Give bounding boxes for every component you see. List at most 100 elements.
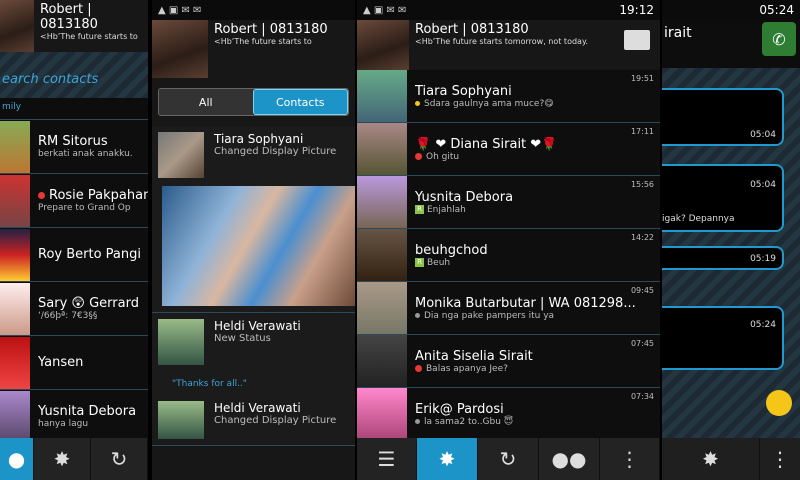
chat-message: Dia nga pake pampers itu ya — [415, 311, 660, 321]
chat-list: Tiara Sophyani Sdara gaulnya ama muce?😋 19… — [357, 70, 660, 441]
chat-message: Sdara gaulnya ama muce?😋 — [415, 99, 660, 109]
message-bubble[interactable]: 05:24 — [662, 306, 784, 370]
list-item[interactable]: Yusnita Debora hanya lagu — [0, 390, 148, 444]
chat-avatar — [357, 335, 407, 387]
clock: 19:12 — [619, 3, 654, 17]
notification-icons: ▲ ▣ ✉ ✉ — [158, 4, 202, 16]
contact-photo — [0, 228, 30, 281]
chat-row[interactable]: Anita Siselia Sirait Balas apanya Jee? 07:… — [357, 335, 660, 388]
profile-header[interactable]: Robert | 0813180 <Hb’The future starts t… — [152, 20, 355, 78]
contact-name: Rosie Pakpahan — [38, 188, 148, 203]
chat-message: la sama2 to..Gbu 😇 — [415, 417, 660, 427]
profile-status: <Hb’The future starts to — [40, 32, 138, 41]
chat-message: R Beuh — [415, 257, 660, 268]
tab-updates[interactable]: ↻ — [91, 438, 148, 480]
contact-photo — [0, 120, 30, 173]
more-icon: ⋮ — [770, 447, 790, 471]
chat-avatar — [357, 229, 407, 281]
profile-status: <Hb’The future starts to — [214, 37, 312, 46]
list-item[interactable]: Sary 😲 Gerrard ‘/66þª: 7€3§§ — [0, 282, 148, 336]
contact-photo — [0, 336, 30, 389]
chat-time: 07:34 — [630, 392, 654, 401]
chat-name: beuhgchod — [415, 242, 488, 258]
busy-icon — [38, 192, 45, 199]
profile-name: Robert | 0813180 — [40, 2, 98, 32]
chat-row[interactable]: 🌹 ❤ Diana Sirait ❤🌹 Oh gitu 17:11 — [357, 123, 660, 176]
message-time: 05:04 — [750, 180, 776, 190]
chat-message: Balas apanya Jee? — [415, 364, 660, 374]
message-text: igak? Depannya — [662, 214, 735, 224]
list-item[interactable]: Rosie Pakpahan Prepare to Grand Op — [0, 174, 148, 228]
message-bubble[interactable]: 05:19 — [662, 246, 784, 270]
status-bar: 05:24 — [662, 0, 800, 20]
tab-contacts[interactable]: ● — [0, 438, 34, 480]
feed-item[interactable]: Heldi Verawati Changed Display Picture — [152, 395, 355, 446]
bbm-icon: ✸ — [702, 447, 719, 471]
tab-groups[interactable]: ●● — [539, 438, 600, 480]
avatar — [152, 20, 208, 78]
person-icon: ● — [7, 447, 26, 471]
chat-message-text: Dia nga pake pampers itu ya — [424, 310, 555, 321]
list-item[interactable]: Roy Berto Pangi — [0, 228, 148, 282]
profile-header[interactable]: Robert | 0813180 <Hb’The future starts t… — [0, 0, 148, 52]
feed-thumbnail — [158, 132, 204, 178]
chat-message-text: Oh gitu — [426, 151, 460, 162]
updates-panel: ▲ ▣ ✉ ✉ Robert | 0813180 <Hb’The future … — [152, 0, 355, 480]
chats-panel: ▲ ▣ ✉ ✉ 19:12 Robert | 0813180 <Hb’The f… — [357, 0, 660, 480]
new-chat-button[interactable] — [624, 30, 650, 50]
contact-photo — [0, 282, 30, 335]
bbm-button[interactable]: ✸ — [662, 438, 760, 480]
delivered-icon — [415, 100, 420, 106]
contact-name: Yusnita Debora — [38, 404, 137, 419]
display-picture-preview[interactable] — [162, 186, 355, 306]
more-icon: ⋮ — [619, 447, 640, 471]
profile-status: <Hb’The future starts tomorrow, not toda… — [415, 37, 589, 46]
delivered-icon — [415, 418, 420, 424]
bbm-icon: ✸ — [53, 447, 71, 471]
contact-name: Yansen — [38, 355, 84, 370]
profile-header[interactable]: Robert | 0813180 <Hb’The future starts t… — [357, 20, 660, 70]
feed-name: Tiara Sophyani — [214, 132, 304, 146]
message-bubble[interactable]: 05:04 igak? Depannya — [662, 164, 784, 232]
chat-row[interactable]: beuhgchod R Beuh 14:22 — [357, 229, 660, 282]
message-time: 05:04 — [750, 130, 776, 140]
tab-updates[interactable]: ↻ — [478, 438, 539, 480]
conversation-header: irait ✆ — [662, 20, 800, 68]
chat-row[interactable]: Monika Butarbutar | WA 081298... Dia nga … — [357, 282, 660, 335]
contact-photo — [0, 390, 30, 443]
tab-chats[interactable]: ✸ — [417, 438, 478, 480]
chat-time: 09:45 — [630, 286, 654, 295]
chat-message-text: la sama2 to..Gbu 😇 — [424, 416, 514, 427]
emoji-button[interactable] — [766, 390, 792, 416]
chat-name: 🌹 ❤ Diana Sirait ❤🌹 — [415, 136, 558, 152]
call-button[interactable]: ✆ — [762, 22, 796, 56]
chat-row[interactable]: Erik@ Pardosi la sama2 to..Gbu 😇 07:34 — [357, 388, 660, 441]
feed-subtitle: Changed Display Picture — [214, 146, 337, 157]
refresh-icon: ↻ — [499, 447, 517, 471]
message-bubble[interactable]: 05:04 — [662, 88, 784, 146]
contact-status: Prepare to Grand Op — [38, 203, 131, 213]
overflow-button[interactable]: ⋮ — [760, 438, 800, 480]
bottom-nav: ☰ ✸ ↻ ●● ⋮ — [357, 438, 660, 480]
feed-subtitle: New Status — [214, 333, 271, 344]
search-input[interactable]: earch contacts — [2, 72, 98, 87]
menu-button[interactable]: ☰ — [357, 438, 417, 480]
chat-message-text: Beuh — [427, 257, 451, 268]
clock: 05:24 — [759, 3, 794, 17]
phone-icon: ✆ — [772, 29, 786, 49]
list-item[interactable]: RM Sitorus berkati anak anakku. — [0, 120, 148, 174]
chat-name: Anita Siselia Sirait — [415, 348, 533, 364]
filter-toggle: All Contacts — [158, 88, 349, 116]
chat-row[interactable]: Tiara Sophyani Sdara gaulnya ama muce?😋 19… — [357, 70, 660, 123]
feed-item[interactable]: Tiara Sophyani Changed Display Picture — [152, 126, 355, 313]
chat-message-text: Balas apanya Jee? — [426, 363, 508, 374]
feed-name: Heldi Verawati — [214, 401, 301, 415]
chat-name: Erik@ Pardosi — [415, 401, 504, 417]
segment-contacts[interactable]: Contacts — [252, 89, 348, 115]
list-item[interactable]: Yansen — [0, 336, 148, 390]
segment-all[interactable]: All — [159, 89, 253, 115]
group-icon: ●● — [551, 447, 587, 471]
tab-chats[interactable]: ✸ — [34, 438, 91, 480]
chat-row[interactable]: Yusnita Debora R Enjahlah 15:56 — [357, 176, 660, 229]
overflow-button[interactable]: ⋮ — [600, 438, 660, 480]
